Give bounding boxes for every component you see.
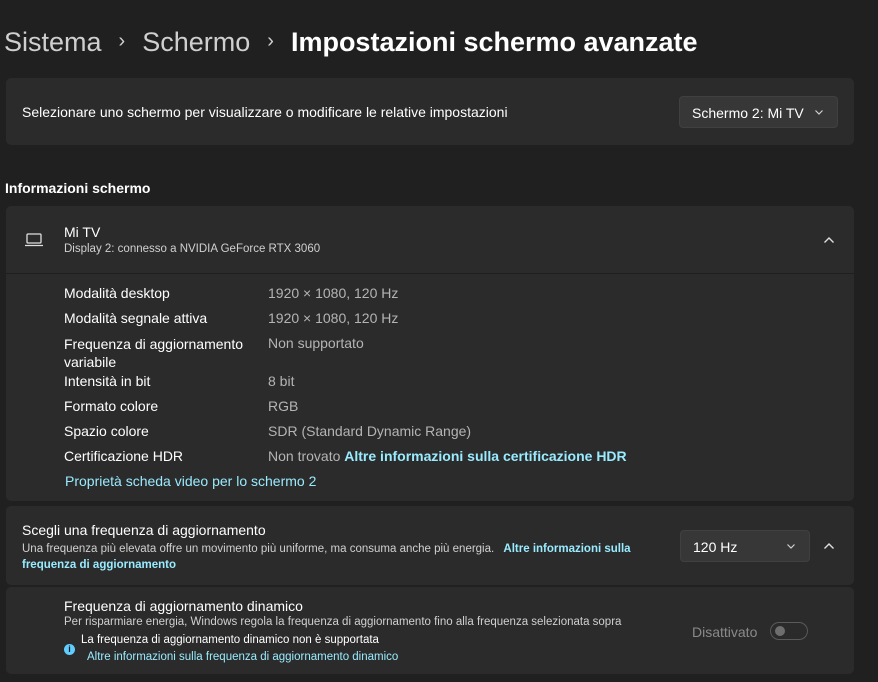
device-name: Mi TV (64, 224, 101, 240)
refresh-rate-desc-text: Una frequenza più elevata offre un movim… (22, 543, 495, 555)
row-value-color-format: RGB (268, 398, 299, 414)
page-title: Impostazioni schermo avanzate (290, 26, 698, 57)
row-value-vrr: Non supportato (268, 335, 364, 351)
display-select-card: Selezionare uno schermo per visualizzare… (6, 78, 854, 145)
dynamic-refresh-toggle[interactable] (770, 622, 808, 640)
row-label-signal-mode: Modalità segnale attiva (64, 310, 208, 326)
dynamic-refresh-toggle-label: Disattivato (692, 624, 758, 640)
hdr-value: Non trovato (268, 448, 341, 464)
laptop-icon (25, 233, 43, 247)
section-title-info: Informazioni schermo (5, 180, 151, 196)
row-label-color-format: Formato colore (64, 398, 159, 414)
chevron-right-icon: › (267, 29, 274, 52)
breadcrumb: Sistema › Schermo › Impostazioni schermo… (4, 24, 698, 60)
toggle-knob (775, 626, 785, 636)
row-value-desktop-mode: 1920 × 1080, 120 Hz (268, 285, 399, 301)
row-value-hdr: Non trovato Altre informazioni sulla cer… (268, 447, 627, 465)
refresh-rate-value: 120 Hz (693, 539, 738, 555)
chevron-down-icon (815, 110, 823, 115)
refresh-rate-card: Scegli una frequenza di aggiornamento Un… (6, 506, 854, 585)
chevron-down-icon (787, 544, 795, 549)
display-select-label: Selezionare uno schermo per visualizzare… (22, 104, 508, 120)
dynamic-refresh-title: Frequenza di aggiornamento dinamico (64, 598, 303, 614)
row-value-color-space: SDR (Standard Dynamic Range) (268, 423, 472, 439)
row-label-hdr: Certificazione HDR (64, 448, 184, 464)
refresh-rate-title: Scegli una frequenza di aggiornamento (22, 522, 266, 538)
dynamic-refresh-info-link[interactable]: Altre informazioni sulla frequenza di ag… (87, 651, 398, 663)
display-dropdown[interactable]: Schermo 2: Mi TV (679, 96, 838, 128)
display-dropdown-value: Schermo 2: Mi TV (692, 105, 804, 121)
row-value-signal-mode: 1920 × 1080, 120 Hz (268, 310, 399, 326)
chevron-right-icon: › (118, 29, 126, 52)
adapter-properties-link[interactable]: Proprietà scheda video per lo schermo 2 (65, 473, 316, 489)
dynamic-refresh-description: Per risparmiare energia, Windows regola … (64, 616, 622, 628)
dynamic-refresh-warning: La frequenza di aggiornamento dinamico n… (81, 634, 379, 646)
refresh-rate-description: Una frequenza più elevata offre un movim… (22, 541, 652, 573)
chevron-up-icon[interactable] (822, 539, 836, 553)
info-icon: i (64, 644, 75, 655)
hdr-info-link[interactable]: Altre informazioni sulla certificazione … (344, 448, 626, 464)
dynamic-refresh-card: Frequenza di aggiornamento dinamico Per … (6, 587, 854, 674)
chevron-up-icon[interactable] (822, 233, 836, 247)
row-label-vrr: Frequenza di aggiornamento variabile (64, 336, 244, 370)
device-subtitle: Display 2: connesso a NVIDIA GeForce RTX… (64, 243, 321, 255)
refresh-rate-dropdown[interactable]: 120 Hz (680, 530, 810, 562)
row-value-bit-depth: 8 bit (268, 373, 295, 389)
display-info-header[interactable]: Mi TV Display 2: connesso a NVIDIA GeFor… (6, 206, 854, 274)
row-label-color-space: Spazio colore (64, 423, 149, 439)
row-label-desktop-mode: Modalità desktop (64, 285, 170, 301)
breadcrumb-sistema[interactable]: Sistema (4, 27, 102, 58)
row-label-bit-depth: Intensità in bit (64, 373, 151, 389)
breadcrumb-schermo[interactable]: Schermo (142, 27, 250, 58)
display-info-card: Mi TV Display 2: connesso a NVIDIA GeFor… (6, 206, 854, 501)
